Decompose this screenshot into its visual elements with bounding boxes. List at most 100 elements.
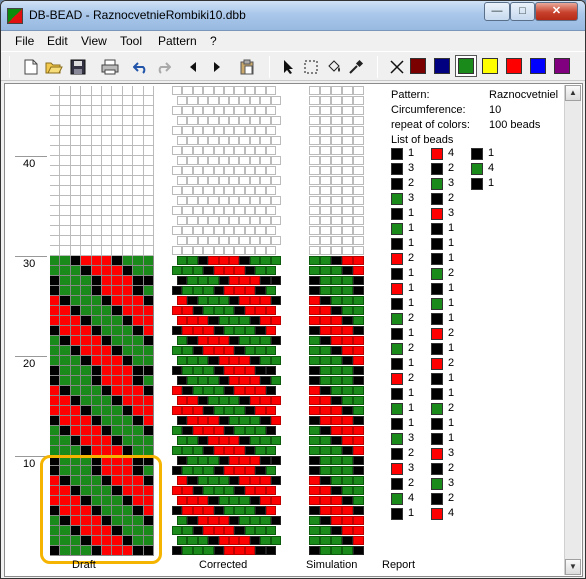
draft-cell[interactable]	[112, 396, 123, 406]
draft-cell[interactable]	[101, 166, 113, 176]
bead[interactable]	[244, 226, 256, 235]
bead[interactable]	[187, 536, 198, 545]
bead[interactable]	[187, 436, 198, 445]
bead[interactable]	[270, 176, 281, 185]
bead[interactable]	[270, 116, 281, 125]
draft-cell[interactable]	[101, 276, 113, 286]
bead[interactable]	[172, 186, 183, 195]
bead[interactable]	[223, 326, 235, 335]
draft-cell[interactable]	[70, 376, 82, 386]
draft-cell[interactable]	[50, 406, 61, 416]
bead[interactable]	[265, 306, 276, 315]
color-swatch[interactable]	[410, 58, 426, 74]
draft-cell[interactable]	[81, 376, 92, 386]
draft-cell[interactable]	[101, 386, 113, 396]
paste-icon[interactable]	[237, 57, 257, 77]
draft-cell[interactable]	[101, 146, 113, 156]
bead[interactable]	[260, 316, 271, 325]
bead[interactable]	[265, 206, 276, 215]
bead[interactable]	[270, 376, 281, 385]
draft-cell[interactable]	[50, 96, 61, 106]
bead[interactable]	[309, 316, 320, 325]
bead[interactable]	[203, 346, 214, 355]
bead[interactable]	[223, 126, 235, 135]
draft-cell[interactable]	[101, 86, 113, 96]
bead[interactable]	[320, 296, 331, 305]
draft-cell[interactable]	[133, 146, 144, 156]
bead[interactable]	[342, 526, 353, 535]
draft-cell[interactable]	[70, 206, 82, 216]
tab-draft[interactable]: Draft	[72, 559, 96, 571]
bead[interactable]	[228, 216, 240, 225]
draft-cell[interactable]	[143, 196, 154, 206]
bead[interactable]	[187, 476, 198, 485]
bead[interactable]	[213, 506, 224, 515]
draft-cell[interactable]	[112, 186, 123, 196]
bead[interactable]	[172, 406, 183, 415]
bead[interactable]	[197, 416, 209, 425]
bead[interactable]	[320, 116, 331, 125]
bead[interactable]	[309, 496, 320, 505]
bead[interactable]	[203, 266, 214, 275]
menu-pattern[interactable]: Pattern	[158, 34, 197, 48]
draft-cell[interactable]	[112, 86, 123, 96]
bead[interactable]	[260, 296, 271, 305]
bead[interactable]	[182, 126, 193, 135]
open-folder-icon[interactable]	[44, 57, 64, 77]
bead[interactable]	[203, 446, 214, 455]
draft-cell[interactable]	[133, 136, 144, 146]
bead[interactable]	[309, 546, 320, 555]
draft-cell[interactable]	[70, 386, 82, 396]
bead[interactable]	[320, 166, 331, 175]
bead[interactable]	[309, 186, 320, 195]
draft-cell[interactable]	[60, 86, 71, 96]
bead[interactable]	[342, 116, 353, 125]
draft-cell[interactable]	[70, 236, 82, 246]
bead[interactable]	[320, 446, 331, 455]
bead[interactable]	[228, 116, 240, 125]
draft-cell[interactable]	[70, 396, 82, 406]
bead[interactable]	[192, 426, 204, 435]
bead[interactable]	[213, 346, 224, 355]
bead[interactable]	[228, 476, 240, 485]
draft-cell[interactable]	[122, 176, 134, 186]
bead[interactable]	[223, 246, 235, 255]
draft-cell[interactable]	[143, 436, 154, 446]
bead[interactable]	[331, 86, 342, 95]
bead[interactable]	[197, 456, 209, 465]
bead[interactable]	[353, 236, 364, 245]
bead[interactable]	[228, 296, 240, 305]
draft-cell[interactable]	[133, 256, 144, 266]
draft-cell[interactable]	[50, 186, 61, 196]
draft-cell[interactable]	[101, 186, 113, 196]
draft-cell[interactable]	[50, 296, 61, 306]
bead[interactable]	[192, 306, 204, 315]
draft-cell[interactable]	[81, 276, 92, 286]
bead[interactable]	[342, 366, 353, 375]
bead[interactable]	[239, 476, 250, 485]
bead[interactable]	[270, 336, 281, 345]
draft-cell[interactable]	[91, 196, 102, 206]
draft-cell[interactable]	[81, 336, 92, 346]
draft-cell[interactable]	[101, 366, 113, 376]
bead[interactable]	[218, 236, 229, 245]
bead[interactable]	[177, 216, 188, 225]
bead[interactable]	[331, 256, 342, 265]
tab-corrected[interactable]: Corrected	[199, 559, 247, 571]
draft-cell[interactable]	[122, 426, 134, 436]
bead[interactable]	[208, 176, 219, 185]
draft-cell[interactable]	[81, 206, 92, 216]
bead[interactable]	[265, 246, 276, 255]
bead[interactable]	[353, 536, 364, 545]
bead[interactable]	[320, 96, 331, 105]
bead[interactable]	[203, 146, 214, 155]
bead[interactable]	[342, 126, 353, 135]
draft-cell[interactable]	[91, 126, 102, 136]
draft-cell[interactable]	[122, 226, 134, 236]
bead[interactable]	[172, 466, 183, 475]
bead[interactable]	[353, 456, 364, 465]
bead[interactable]	[218, 276, 229, 285]
draft-cell[interactable]	[50, 176, 61, 186]
draft-cell[interactable]	[91, 226, 102, 236]
draft-cell[interactable]	[60, 96, 71, 106]
